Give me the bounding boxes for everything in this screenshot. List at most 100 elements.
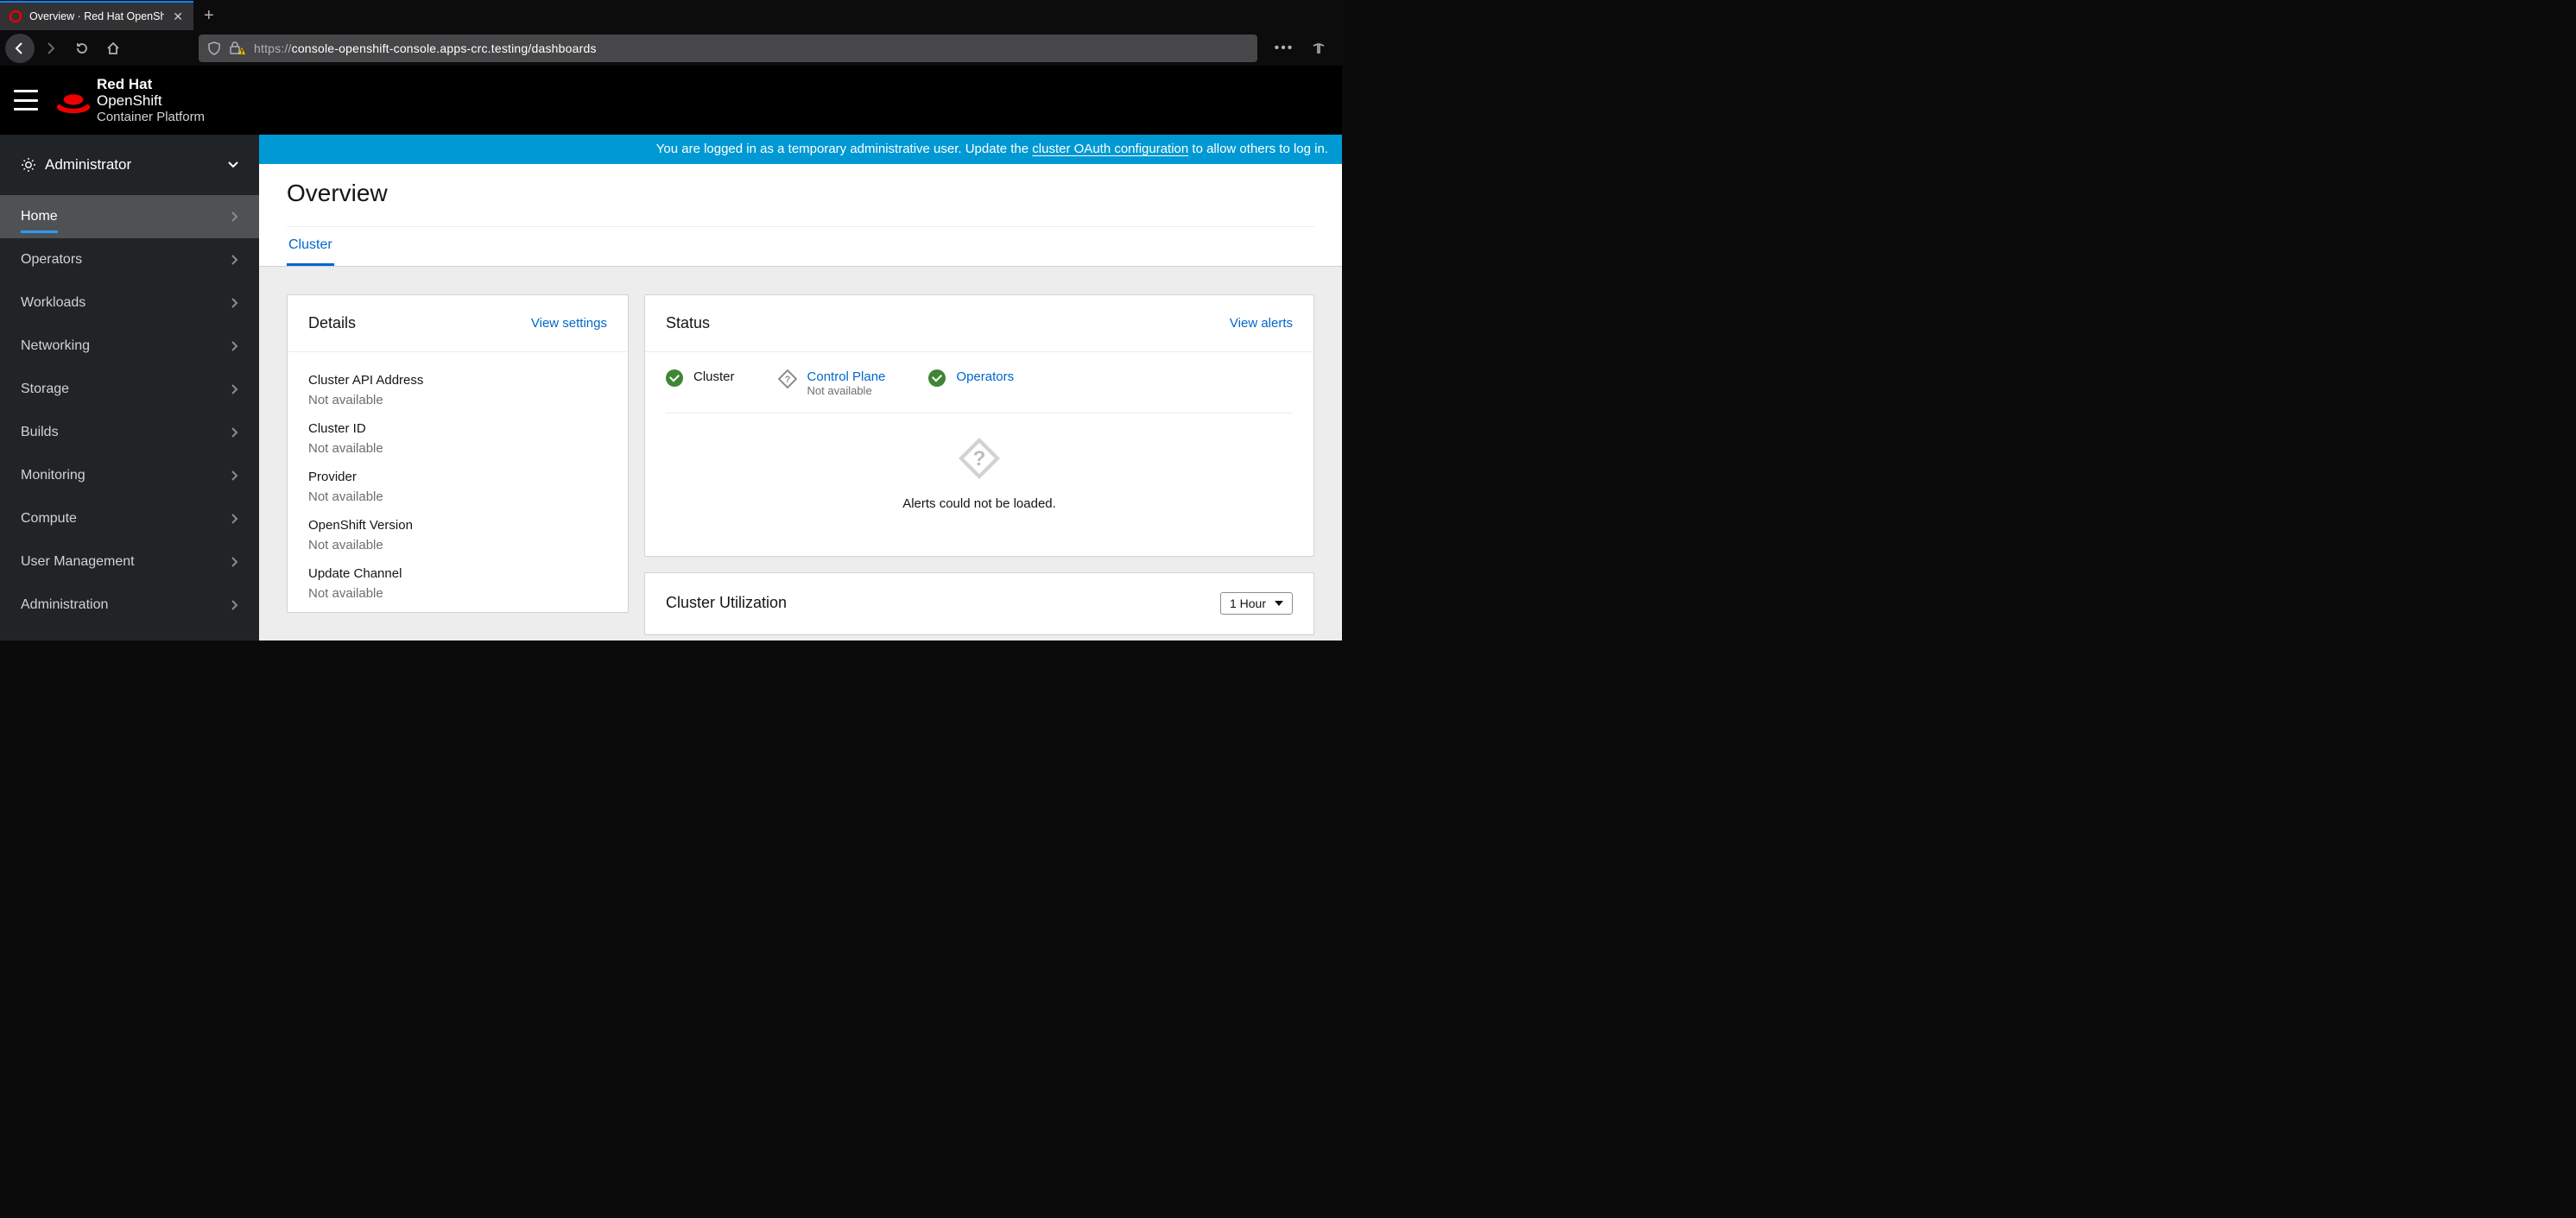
tab-title: Overview · Red Hat OpenShift C [29,10,164,22]
details-item: ProviderNot available [308,470,607,504]
fedora-icon [55,89,86,111]
alerts-empty-state: ? Alerts could not be loaded. [666,413,1293,535]
details-item-key: Update Channel [308,566,607,581]
sidebar-item-user-management[interactable]: User Management [0,540,259,584]
utilization-title: Cluster Utilization [666,594,787,612]
details-item-key: Cluster API Address [308,373,607,388]
status-ok-icon [666,369,683,387]
details-title: Details [308,314,356,332]
status-item-name[interactable]: Operators [956,369,1014,384]
sidebar-item-administration[interactable]: Administration [0,584,259,627]
page-actions-icon[interactable]: ••• [1269,34,1299,63]
auth-banner: You are logged in as a temporary adminis… [259,135,1342,164]
browser-chrome: Overview · Red Hat OpenShift C ✕ + https… [0,0,1342,66]
sidebar-item-label: Operators [21,252,82,268]
chevron-right-icon [231,255,238,265]
view-settings-link[interactable]: View settings [531,316,607,331]
status-item-control-plane[interactable]: ? Control PlaneNot available [778,369,886,397]
tab-strip: Overview · Red Hat OpenShift C ✕ + [0,0,1342,31]
browser-tab[interactable]: Overview · Red Hat OpenShift C ✕ [0,1,193,30]
details-item: Cluster API Address Not available [308,373,607,407]
time-range-value: 1 Hour [1230,596,1266,610]
caret-down-icon [228,161,238,168]
time-range-dropdown[interactable]: 1 Hour [1220,592,1293,615]
back-button[interactable] [5,34,35,63]
details-item-key: OpenShift Version [308,518,607,533]
brand-logo[interactable]: Red Hat OpenShift Container Platform [55,76,205,124]
shield-icon[interactable] [207,41,221,55]
url-text: https://console-openshift-console.apps-c… [254,41,597,55]
banner-text-prefix: You are logged in as a temporary adminis… [656,142,1033,156]
browser-toolbar: https://console-openshift-console.apps-c… [0,31,1342,66]
sidebar-item-compute[interactable]: Compute [0,497,259,540]
reload-button[interactable] [67,34,97,63]
status-ok-icon [928,369,946,387]
status-card: Status View alerts Cluster? Control Plane… [644,294,1314,557]
home-button[interactable] [98,34,128,63]
status-item-cluster: Cluster [666,369,735,387]
brand-text: Red Hat OpenShift Container Platform [97,76,205,124]
details-item: Cluster IDNot available [308,421,607,456]
chevron-right-icon [231,298,238,308]
details-item-value: Not available [308,489,607,504]
oauth-config-link[interactable]: cluster OAuth configuration [1032,142,1188,156]
url-bar[interactable]: https://console-openshift-console.apps-c… [199,35,1257,62]
tab-close-icon[interactable]: ✕ [171,9,185,24]
sidebar-item-label: Networking [21,338,90,354]
sidebar-item-monitoring[interactable]: Monitoring [0,454,259,497]
status-title: Status [666,314,710,332]
details-item: Update Channel Not available [308,566,607,601]
view-alerts-link[interactable]: View alerts [1230,316,1293,331]
openshift-favicon [9,9,22,23]
status-unknown-icon: ? [778,369,797,388]
new-tab-button[interactable]: + [193,1,225,30]
nav-toggle-button[interactable] [14,90,38,110]
details-item-value: Not available [308,586,607,601]
chevron-right-icon [231,211,238,222]
lock-warning-icon[interactable] [230,41,245,55]
page-tabs: Cluster [287,226,1314,266]
details-card: Details View settings Cluster API Addres… [287,294,629,613]
chevron-right-icon [231,600,238,610]
sidebar-item-label: User Management [21,554,135,570]
sidebar-item-workloads[interactable]: Workloads [0,281,259,325]
tab-cluster[interactable]: Cluster [287,227,334,266]
sidebar-item-home[interactable]: Home [0,195,259,238]
status-item-operators[interactable]: Operators [928,369,1014,387]
sidebar-item-label: Administration [21,597,108,613]
status-item-name[interactable]: Control Plane [807,369,886,384]
sidebar-item-label: Workloads [21,295,85,311]
sidebar-item-label: Compute [21,511,77,527]
chevron-right-icon [231,384,238,394]
svg-text:?: ? [784,375,790,385]
chevron-right-icon [231,341,238,351]
unknown-icon: ? [955,434,1003,483]
masthead: Red Hat OpenShift Container Platform [0,66,1342,135]
status-item-name: Cluster [693,369,735,384]
status-item-sub: Not available [807,384,886,397]
chevron-right-icon [231,470,238,481]
sidebar-item-label: Monitoring [21,468,85,483]
sidebar: Administrator Home Operators Workloads Netw… [0,135,259,641]
utilization-card: Cluster Utilization 1 Hour [644,572,1314,635]
banner-text-suffix: to allow others to log in. [1188,142,1328,156]
details-item-value: Not available [308,538,607,552]
caret-down-icon [1275,601,1283,606]
sidebar-item-networking[interactable]: Networking [0,325,259,368]
sidebar-item-builds[interactable]: Builds [0,411,259,454]
details-item-value: Not available [308,393,607,407]
svg-text:?: ? [973,447,986,470]
sidebar-item-operators[interactable]: Operators [0,238,259,281]
sidebar-item-storage[interactable]: Storage [0,368,259,411]
sidebar-item-label: Storage [21,382,69,397]
perspective-switcher[interactable]: Administrator [0,135,259,195]
alerts-empty-text: Alerts could not be loaded. [902,496,1056,511]
chevron-right-icon [231,557,238,567]
forward-button[interactable] [36,34,66,63]
reader-icon[interactable] [1304,34,1333,63]
page-title: Overview [287,180,1314,226]
chevron-right-icon [231,514,238,524]
page-header: Overview Cluster [259,164,1342,267]
sidebar-item-label: Home [21,209,58,224]
chevron-right-icon [231,427,238,438]
